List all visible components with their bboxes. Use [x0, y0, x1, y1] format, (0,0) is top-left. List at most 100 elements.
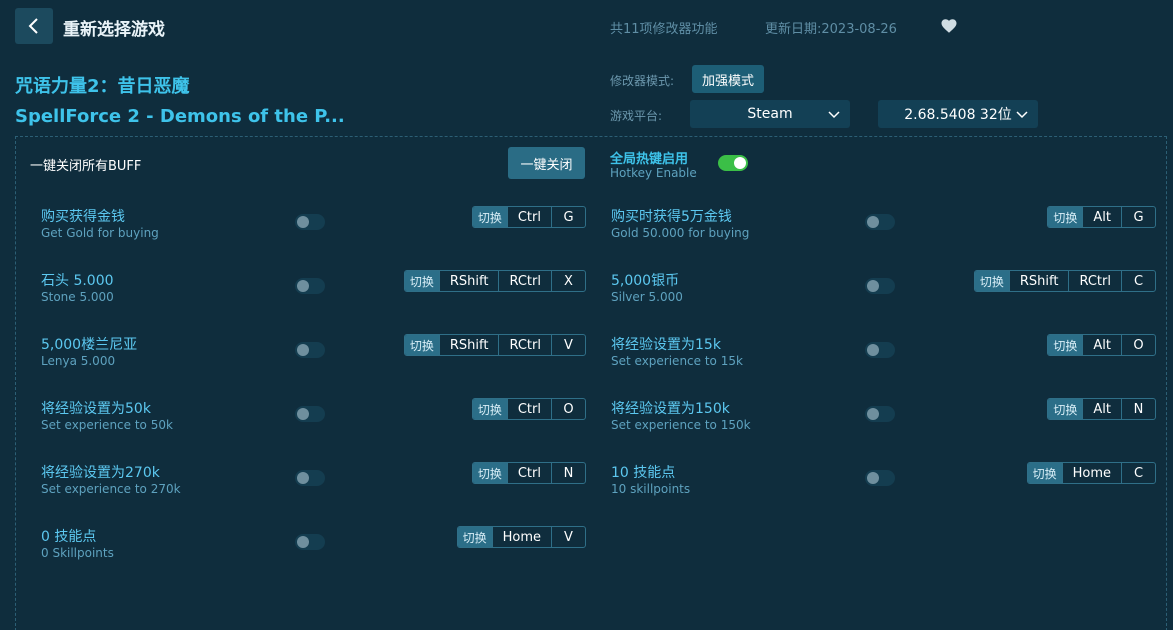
hotkey-key: RCtrl — [498, 335, 551, 355]
cheat-toggle[interactable] — [295, 406, 325, 422]
hotkey-key: Home — [491, 527, 551, 547]
close-all-button[interactable]: 一键关闭 — [508, 147, 585, 179]
hotkey-key: Ctrl — [506, 207, 551, 227]
cheat-name-en: Gold 50.000 for buying — [611, 226, 750, 240]
update-date: 更新日期:2023-08-26 — [765, 22, 897, 37]
cheat-toggle[interactable] — [295, 278, 325, 294]
hotkey-group[interactable]: 切换 Alt O — [1047, 334, 1156, 356]
cheat-toggle[interactable] — [865, 406, 895, 422]
game-title-en: SpellForce 2 - Demons of the P... — [15, 106, 345, 127]
hotkey-key: G — [551, 207, 585, 227]
hotkey-key: X — [551, 271, 585, 291]
hotkey-key: V — [551, 335, 585, 355]
version-value: 2.68.5408 32位 — [904, 107, 1012, 123]
hotkey-toggle[interactable] — [718, 155, 748, 171]
cheat-row: 5,000楼兰尼亚 Lenya 5.000 切换 RShift RCtrl V — [41, 334, 601, 374]
switch-label: 切换 — [1048, 335, 1083, 355]
hotkey-group[interactable]: 切换 Home V — [456, 526, 586, 548]
cheat-name-cn: 将经验设置为50k — [41, 401, 151, 417]
toggle-knob — [297, 536, 309, 548]
hotkey-group[interactable]: 切换 Alt G — [1047, 206, 1156, 228]
heart-icon[interactable] — [940, 17, 958, 35]
hotkey-group[interactable]: 切换 Alt N — [1047, 398, 1156, 420]
chevron-down-icon — [1016, 111, 1028, 119]
hotkey-group[interactable]: 切换 Ctrl N — [471, 462, 586, 484]
hotkey-key: Home — [1061, 463, 1121, 483]
switch-label: 切换 — [472, 399, 507, 419]
hotkey-group[interactable]: 切换 RShift RCtrl X — [403, 270, 586, 292]
cheat-toggle[interactable] — [865, 278, 895, 294]
page-title: 重新选择游戏 — [63, 20, 165, 40]
cheat-name-cn: 5,000楼兰尼亚 — [41, 337, 138, 353]
hotkey-title: 全局热键启用 — [610, 152, 689, 167]
cheat-name-en: 10 skillpoints — [611, 482, 691, 496]
hotkey-subtitle: Hotkey Enable — [610, 166, 697, 180]
mode-button[interactable]: 加强模式 — [692, 65, 764, 93]
toggle-knob — [297, 216, 309, 228]
cheat-name-en: Set experience to 270k — [41, 482, 181, 496]
switch-label: 切换 — [1048, 399, 1083, 419]
cheat-toggle[interactable] — [295, 342, 325, 358]
cheat-toggle[interactable] — [295, 470, 325, 486]
hotkey-key: O — [551, 399, 585, 419]
cheat-name-en: Get Gold for buying — [41, 226, 159, 240]
hotkey-key: G — [1121, 207, 1155, 227]
game-title-cn: 咒语力量2：昔日恶魔 — [15, 76, 190, 97]
hotkey-key: N — [551, 463, 585, 483]
switch-label: 切换 — [404, 335, 439, 355]
cheat-name-cn: 石头 5.000 — [41, 273, 114, 289]
platform-label: 游戏平台: — [610, 109, 663, 123]
cheat-row: 5,000银币 Silver 5.000 切换 RShift RCtrl C — [611, 270, 1171, 310]
mode-label: 修改器模式: — [610, 74, 675, 88]
toggle-knob — [867, 280, 879, 292]
cheat-toggle[interactable] — [295, 534, 325, 550]
version-select[interactable]: 2.68.5408 32位 — [878, 100, 1038, 128]
cheat-name-cn: 购买时获得5万金钱 — [611, 209, 732, 225]
cheat-row: 将经验设置为150k Set experience to 150k 切换 Alt N — [611, 398, 1171, 438]
hotkey-key: RCtrl — [1068, 271, 1121, 291]
hotkey-key: Ctrl — [506, 399, 551, 419]
hotkey-group[interactable]: 切换 RShift RCtrl V — [403, 334, 586, 356]
toggle-knob — [867, 216, 879, 228]
hotkey-key: O — [1121, 335, 1155, 355]
cheat-toggle[interactable] — [865, 470, 895, 486]
hotkey-key: C — [1121, 463, 1155, 483]
hotkey-key: C — [1121, 271, 1155, 291]
platform-select[interactable]: Steam — [690, 100, 850, 128]
toggle-knob — [297, 472, 309, 484]
toggle-knob — [867, 344, 879, 356]
cheat-toggle[interactable] — [295, 214, 325, 230]
back-button[interactable] — [15, 8, 53, 44]
hotkey-key: Alt — [1082, 207, 1121, 227]
switch-label: 切换 — [974, 271, 1009, 291]
hotkey-key: RShift — [438, 271, 499, 291]
switch-label: 切换 — [1048, 207, 1083, 227]
hotkey-key: Alt — [1082, 335, 1121, 355]
cheat-name-cn: 购买获得金钱 — [41, 209, 125, 225]
toggle-knob — [867, 408, 879, 420]
switch-label: 切换 — [472, 207, 507, 227]
toggle-knob — [734, 157, 746, 169]
hotkey-group[interactable]: 切换 Home C — [1026, 462, 1156, 484]
platform-value: Steam — [747, 106, 793, 122]
hotkey-key: RShift — [1008, 271, 1069, 291]
feature-count: 共11项修改器功能 — [610, 22, 718, 37]
switch-label: 切换 — [472, 463, 507, 483]
cheat-row: 将经验设置为15k Set experience to 15k 切换 Alt O — [611, 334, 1171, 374]
switch-label: 切换 — [457, 527, 492, 547]
cheat-name-en: Stone 5.000 — [41, 290, 114, 304]
hotkey-group[interactable]: 切换 RShift RCtrl C — [973, 270, 1156, 292]
cheat-name-cn: 将经验设置为150k — [611, 401, 730, 417]
cheat-name-en: 0 Skillpoints — [41, 546, 114, 560]
cheat-toggle[interactable] — [865, 214, 895, 230]
cheat-row: 石头 5.000 Stone 5.000 切换 RShift RCtrl X — [41, 270, 601, 310]
hotkey-group[interactable]: 切换 Ctrl O — [471, 398, 586, 420]
cheat-name-en: Silver 5.000 — [611, 290, 683, 304]
cheat-name-en: Set experience to 15k — [611, 354, 743, 368]
cheat-toggle[interactable] — [865, 342, 895, 358]
hotkey-key: Alt — [1082, 399, 1121, 419]
cheat-name-en: Lenya 5.000 — [41, 354, 116, 368]
toggle-knob — [297, 408, 309, 420]
cheat-name-en: Set experience to 150k — [611, 418, 751, 432]
hotkey-group[interactable]: 切换 Ctrl G — [471, 206, 586, 228]
